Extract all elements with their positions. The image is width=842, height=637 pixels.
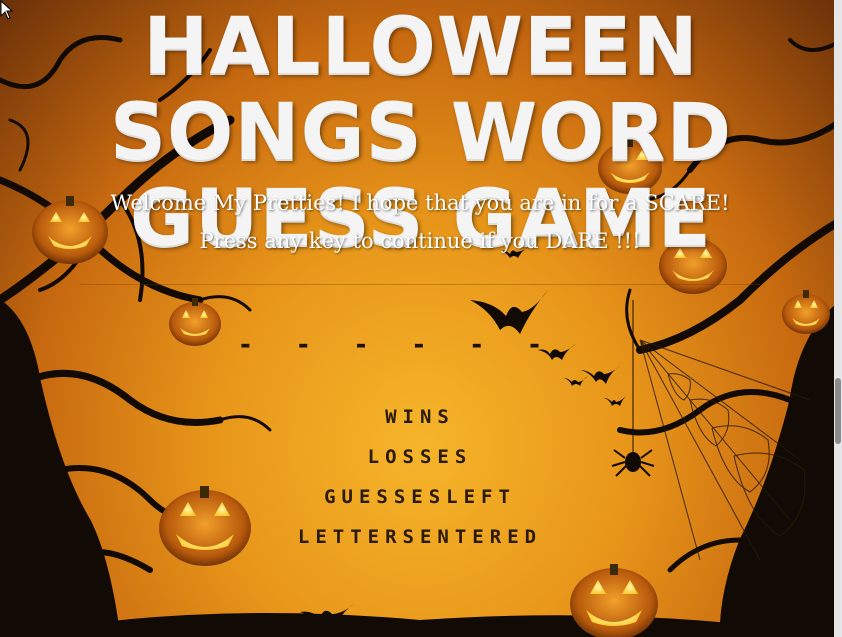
mouse-cursor-icon (0, 0, 14, 20)
letters-entered-label: LETTERSENTERED (297, 526, 543, 548)
losses-label: LOSSES (367, 446, 473, 468)
vertical-scrollbar[interactable] (834, 0, 842, 637)
stats-panel: WINS LOSSES GUESSESLEFT LETTERSENTERED (220, 400, 620, 560)
word-blank: - (297, 330, 309, 360)
word-blank: - (240, 330, 251, 360)
divider (80, 284, 760, 285)
word-blank: - (413, 330, 425, 360)
ground-silhouette (0, 612, 842, 637)
guesses-left-label: GUESSESLEFT (324, 486, 516, 508)
game-stage[interactable]: HALLOWEEN SONGS WORD GUESS GAME Welcome … (0, 0, 842, 637)
word-blank: - (529, 330, 540, 360)
welcome-message: Welcome My Pretties! I hope that you are… (110, 191, 730, 253)
scrollbar-thumb[interactable] (835, 378, 841, 444)
word-blank: - (471, 330, 483, 360)
word-blank: - (355, 330, 367, 360)
wins-label: WINS (385, 406, 455, 428)
word-blanks: - - - - - - (240, 330, 540, 360)
